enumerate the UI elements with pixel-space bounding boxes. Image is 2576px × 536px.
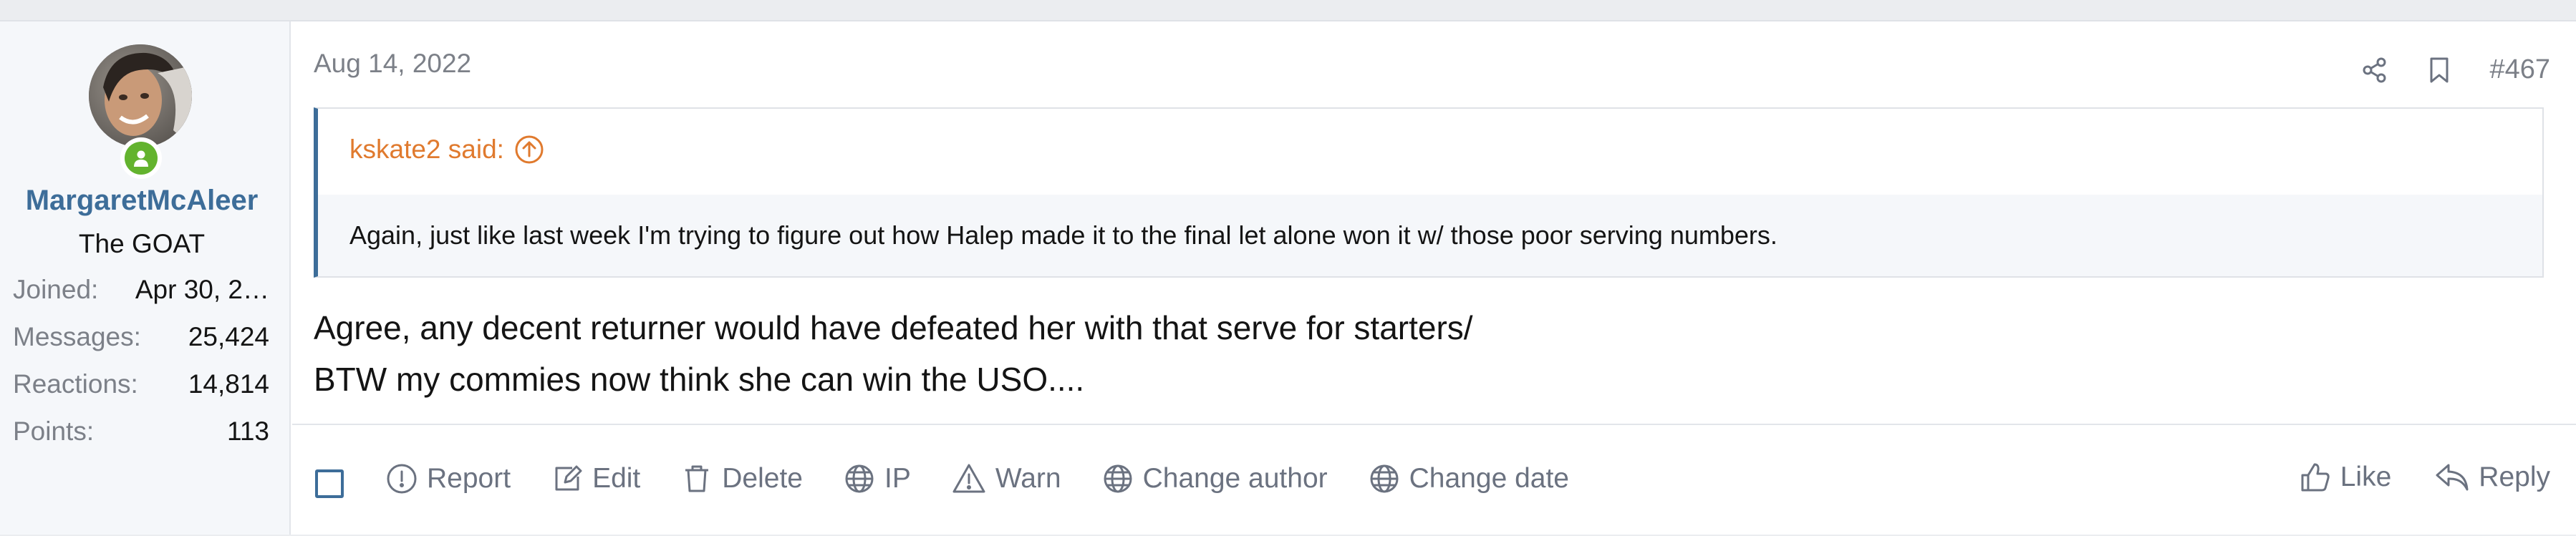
user-stat-points: Points: 113 bbox=[13, 414, 269, 449]
post-number-link[interactable]: #467 bbox=[2489, 54, 2550, 85]
stat-value: 25,424 bbox=[188, 322, 269, 351]
ip-label: IP bbox=[884, 463, 911, 494]
delete-button[interactable]: Delete bbox=[680, 462, 803, 495]
stat-label: Reactions: bbox=[13, 369, 138, 399]
reply-label: Reply bbox=[2479, 462, 2550, 492]
reaction-actions: Like Reply bbox=[2299, 461, 2550, 494]
post-footer: Report Edit Delete IP Warn Change author… bbox=[292, 424, 2576, 536]
globe-icon bbox=[843, 462, 876, 495]
bookmark-icon[interactable] bbox=[2426, 56, 2452, 84]
post-header-actions: #467 bbox=[2360, 54, 2550, 85]
report-button[interactable]: Report bbox=[385, 462, 511, 495]
change-author-label: Change author bbox=[1142, 463, 1328, 494]
ip-button[interactable]: IP bbox=[843, 462, 911, 495]
globe-icon bbox=[1368, 462, 1401, 495]
stat-label: Messages: bbox=[13, 322, 141, 351]
reply-button[interactable]: Reply bbox=[2434, 461, 2550, 494]
user-title: The GOAT bbox=[78, 229, 206, 258]
share-icon[interactable] bbox=[2360, 56, 2389, 84]
post-main: Aug 14, 2022 #467 kskate2 said: Again, j… bbox=[292, 21, 2576, 535]
like-label: Like bbox=[2340, 462, 2392, 492]
warn-label: Warn bbox=[995, 463, 1061, 494]
stat-value: Apr 30, 2… bbox=[135, 275, 269, 304]
edit-label: Edit bbox=[592, 463, 641, 494]
like-button[interactable]: Like bbox=[2299, 461, 2392, 494]
online-status-icon bbox=[120, 137, 162, 179]
quote-author-said[interactable]: kskate2 said: bbox=[349, 135, 504, 165]
change-date-label: Change date bbox=[1409, 463, 1569, 494]
report-label: Report bbox=[427, 463, 511, 494]
select-post-checkbox[interactable] bbox=[315, 469, 344, 498]
post-message: Agree, any decent returner would have de… bbox=[314, 302, 1473, 405]
user-stat-messages: Messages: 25,424 bbox=[13, 319, 269, 355]
globe-icon bbox=[1101, 462, 1134, 495]
trash-icon bbox=[680, 462, 713, 495]
edit-icon bbox=[551, 462, 584, 495]
delete-label: Delete bbox=[722, 463, 803, 494]
reply-icon bbox=[2434, 461, 2470, 494]
moderation-actions: Report Edit Delete IP Warn Change author… bbox=[385, 462, 1569, 495]
warning-triangle-icon bbox=[951, 462, 987, 495]
arrow-circle-up-icon[interactable] bbox=[514, 135, 544, 165]
quote-text: Again, just like last week I'm trying to… bbox=[318, 195, 2542, 276]
stat-label: Joined: bbox=[13, 275, 99, 304]
thumbs-up-icon bbox=[2299, 461, 2332, 494]
forum-post: MargaretMcAleer The GOAT Joined: Apr 30,… bbox=[0, 20, 2576, 535]
warn-button[interactable]: Warn bbox=[951, 462, 1061, 495]
quote-block: kskate2 said: Again, just like last week… bbox=[314, 107, 2544, 278]
user-stat-reactions: Reactions: 14,814 bbox=[13, 366, 269, 402]
message-line: Agree, any decent returner would have de… bbox=[314, 309, 1473, 346]
change-date-button[interactable]: Change date bbox=[1368, 462, 1569, 495]
post-user-cell: MargaretMcAleer The GOAT Joined: Apr 30,… bbox=[0, 21, 291, 535]
avatar[interactable] bbox=[89, 44, 192, 147]
edit-button[interactable]: Edit bbox=[551, 462, 640, 495]
stat-label: Points: bbox=[13, 416, 95, 446]
change-author-button[interactable]: Change author bbox=[1101, 462, 1328, 495]
quote-header[interactable]: kskate2 said: bbox=[349, 135, 544, 165]
stat-value: 113 bbox=[227, 416, 269, 446]
message-line: BTW my commies now think she can win the… bbox=[314, 361, 1085, 398]
alert-circle-icon bbox=[385, 462, 418, 495]
post-date-link[interactable]: Aug 14, 2022 bbox=[314, 49, 471, 79]
username-link[interactable]: MargaretMcAleer bbox=[0, 185, 284, 217]
user-stat-joined: Joined: Apr 30, 2… bbox=[13, 272, 269, 308]
stat-value: 14,814 bbox=[188, 369, 269, 399]
